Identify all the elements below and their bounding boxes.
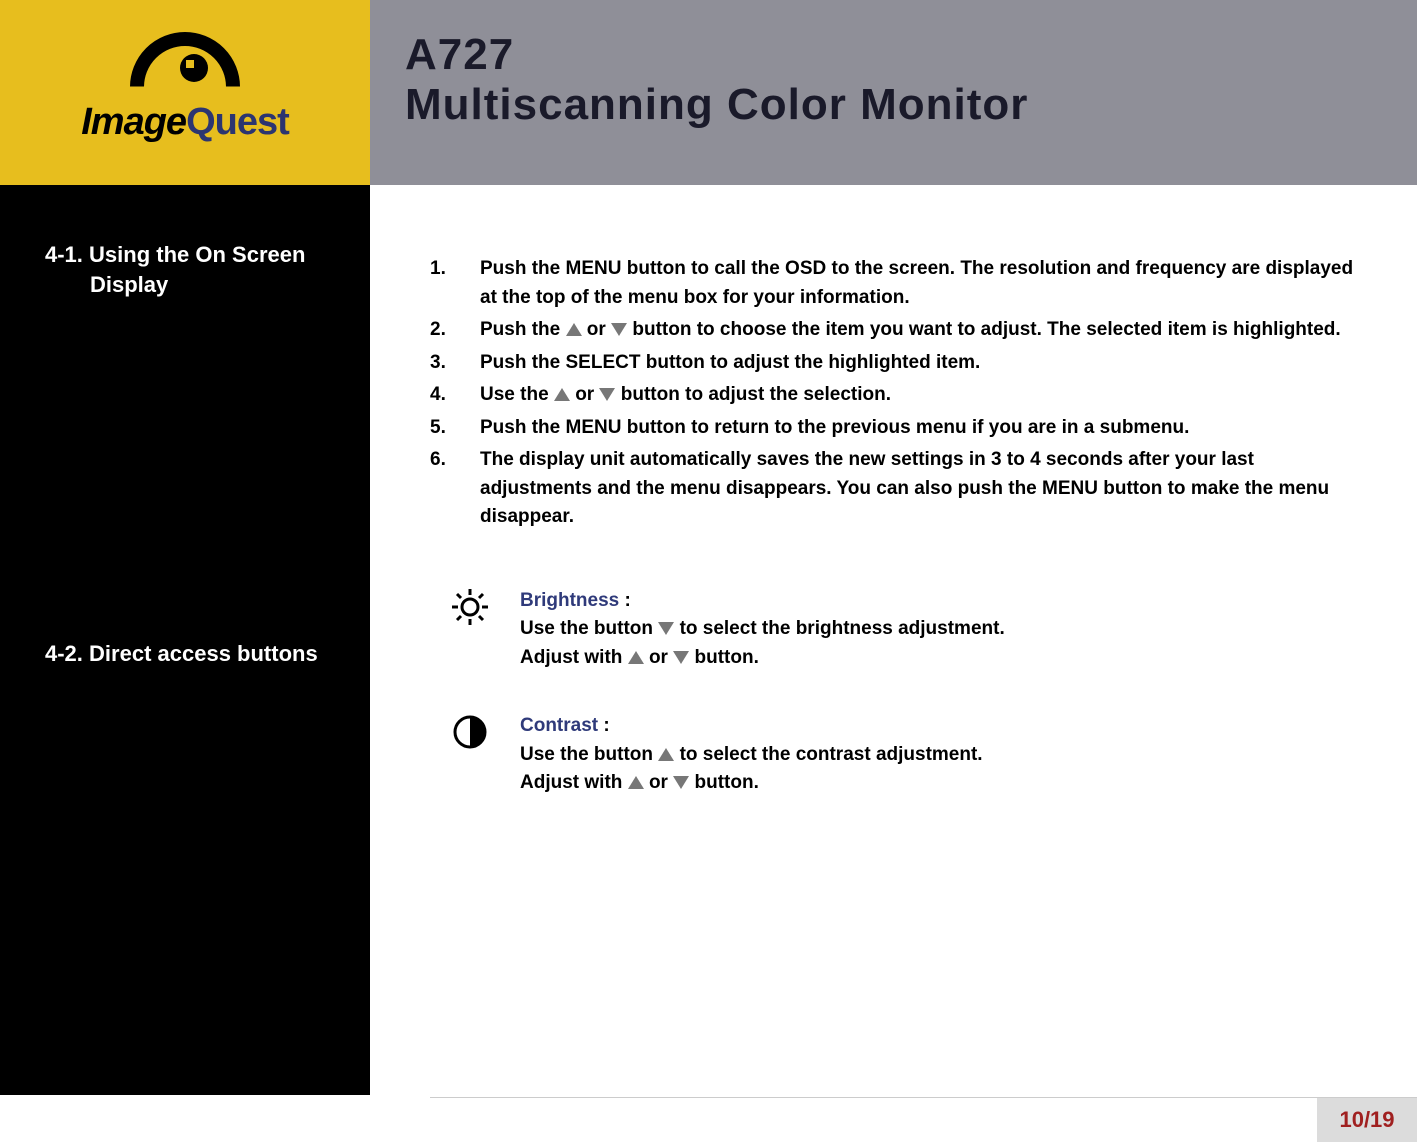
brightness-body: Brightness : Use the button to select th… <box>520 587 1357 673</box>
step-number: 2. <box>430 316 480 345</box>
brightness-line1: Use the button to select the brightness … <box>520 615 1357 644</box>
step-number: 4. <box>430 381 480 410</box>
brand-wordmark: ImageQuest <box>81 101 289 144</box>
up-arrow-icon <box>554 388 570 401</box>
sidebar-sec1-num: 4-1. <box>45 242 83 267</box>
sidebar-section-1: 4-1. Using the On Screen Display <box>45 240 345 299</box>
sidebar-sec2-text: Direct access buttons <box>89 641 318 666</box>
sidebar: 4-1. Using the On Screen Display 4-2. Di… <box>0 185 370 1095</box>
up-arrow-icon <box>628 776 644 789</box>
main-content: 1. Push the MENU button to call the OSD … <box>370 185 1417 1095</box>
header-row: ImageQuest A727 Multiscanning Color Moni… <box>0 0 1417 185</box>
product-subtitle: Multiscanning Color Monitor <box>405 80 1382 130</box>
contrast-line2: Adjust with or button. <box>520 769 1357 798</box>
step-number: 3. <box>430 349 480 378</box>
up-arrow-icon <box>628 651 644 664</box>
brand-word-quest: Quest <box>186 101 289 143</box>
up-arrow-icon <box>658 748 674 761</box>
step-number: 1. <box>430 255 480 312</box>
brightness-title: Brightness <box>520 590 619 611</box>
instruction-item: 5. Push the MENU button to return to the… <box>430 414 1357 443</box>
step-text: Push the SELECT button to adjust the hig… <box>480 349 1357 378</box>
down-arrow-icon <box>673 776 689 789</box>
instruction-item: 4. Use the or button to adjust the selec… <box>430 381 1357 410</box>
page-number-badge: 10/19 <box>1317 1098 1417 1142</box>
direct-access-block: Brightness : Use the button to select th… <box>430 587 1357 798</box>
sidebar-sec1-line1: Using the On Screen <box>89 242 305 267</box>
brand-logo: ImageQuest <box>81 42 289 144</box>
instruction-list: 1. Push the MENU button to call the OSD … <box>430 255 1357 532</box>
down-arrow-icon <box>599 388 615 401</box>
down-arrow-icon <box>611 323 627 336</box>
sidebar-sec2-num: 4-2. <box>45 641 83 666</box>
title-panel: A727 Multiscanning Color Monitor <box>370 0 1417 185</box>
step-text: The display unit automatically saves the… <box>480 446 1357 532</box>
contrast-title: Contrast <box>520 715 598 736</box>
step-text: Push the MENU button to call the OSD to … <box>480 255 1357 312</box>
up-arrow-icon <box>566 323 582 336</box>
brightness-colon: : <box>619 590 631 611</box>
step-number: 5. <box>430 414 480 443</box>
instruction-item: 6. The display unit automatically saves … <box>430 446 1357 532</box>
contrast-line1: Use the button to select the contrast ad… <box>520 741 1357 770</box>
contrast-section: Contrast : Use the button to select the … <box>430 712 1357 798</box>
contrast-icon <box>430 712 520 798</box>
step-text: Use the or button to adjust the selectio… <box>480 381 1357 410</box>
brightness-line2: Adjust with or button. <box>520 644 1357 673</box>
instruction-item: 1. Push the MENU button to call the OSD … <box>430 255 1357 312</box>
sidebar-sec1-line2: Display <box>45 270 345 300</box>
product-model: A727 <box>405 30 1382 80</box>
instruction-item: 3. Push the SELECT button to adjust the … <box>430 349 1357 378</box>
page-number: 10/19 <box>1339 1107 1394 1133</box>
sidebar-section-2: 4-2. Direct access buttons <box>45 639 345 669</box>
step-text: Push the or button to choose the item yo… <box>480 316 1357 345</box>
instruction-item: 2. Push the or button to choose the item… <box>430 316 1357 345</box>
logo-panel: ImageQuest <box>0 0 370 185</box>
down-arrow-icon <box>658 622 674 635</box>
contrast-colon: : <box>598 715 610 736</box>
step-number: 6. <box>430 446 480 532</box>
eye-icon <box>130 42 240 97</box>
content-row: 4-1. Using the On Screen Display 4-2. Di… <box>0 185 1417 1095</box>
down-arrow-icon <box>673 651 689 664</box>
contrast-body: Contrast : Use the button to select the … <box>520 712 1357 798</box>
brightness-icon <box>430 587 520 673</box>
footer-divider <box>430 1097 1417 1098</box>
brand-word-image: Image <box>81 101 186 143</box>
step-text: Push the MENU button to return to the pr… <box>480 414 1357 443</box>
brightness-section: Brightness : Use the button to select th… <box>430 587 1357 673</box>
